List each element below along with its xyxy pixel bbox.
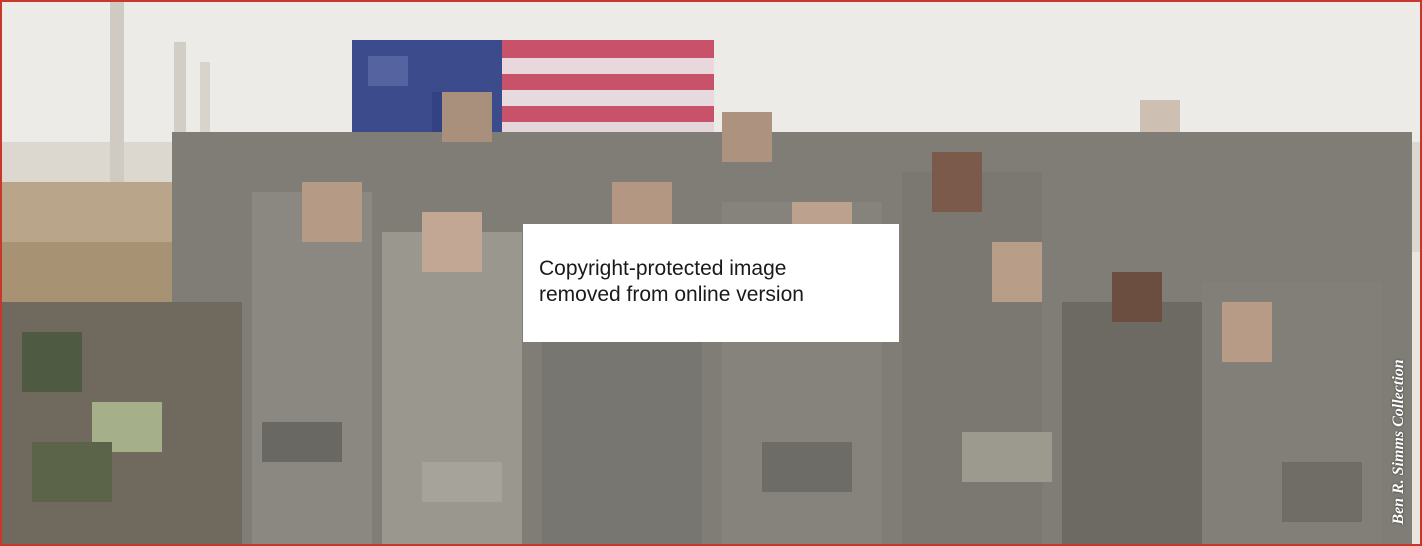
photo-credit-text: Ben R. Simms Collection <box>1390 359 1407 525</box>
photo-credit: Ben R. Simms Collection <box>1387 342 1411 542</box>
figure-frame: Copyright-protected image removed from o… <box>0 0 1422 546</box>
image-removed-notice: Copyright-protected image removed from o… <box>523 224 899 342</box>
notice-line-2: removed from online version <box>539 283 804 306</box>
notice-line-1: Copyright-protected image <box>539 257 787 280</box>
